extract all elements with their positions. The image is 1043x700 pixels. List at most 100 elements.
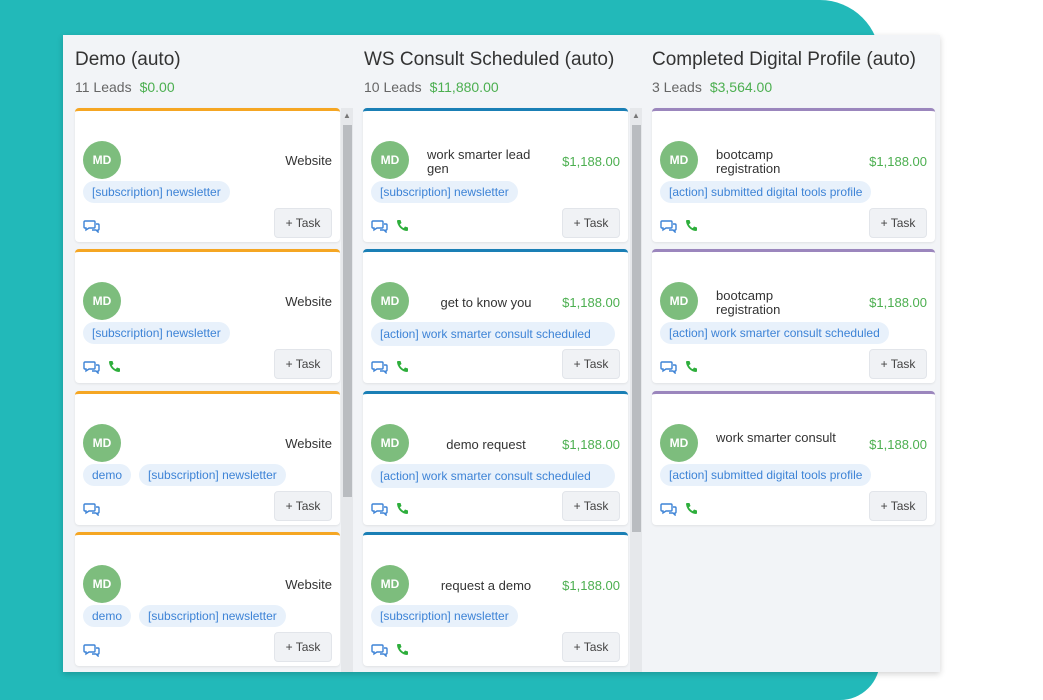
column-amount: $0.00 xyxy=(139,79,175,95)
lead-card[interactable]: MD request a demo $1,188.00 [subscriptio… xyxy=(363,532,628,666)
chat-bubbles-icon[interactable] xyxy=(371,643,389,657)
lead-card[interactable]: MD get to know you $1,188.00 [action] wo… xyxy=(363,249,628,383)
tag[interactable]: [action] submitted digital tools profile xyxy=(660,464,872,486)
tag-list: [subscription] newsletter xyxy=(83,181,230,203)
avatar[interactable]: MD xyxy=(83,565,121,603)
chat-bubbles-icon[interactable] xyxy=(83,502,101,516)
tag[interactable]: [action] work smarter consult scheduled xyxy=(371,464,615,488)
lead-name[interactable]: work smarter consult xyxy=(716,431,838,445)
lead-card[interactable]: MD Website demo [subscription] newslette… xyxy=(75,391,340,525)
lead-card[interactable]: MD bootcamp registration $1,188.00 [acti… xyxy=(652,249,935,383)
lead-card[interactable]: MD work smarter lead gen $1,188.00 [subs… xyxy=(363,108,628,242)
lead-card[interactable]: MD work smarter consult $1,188.00 [actio… xyxy=(652,391,935,525)
avatar[interactable]: MD xyxy=(371,565,409,603)
tag-list: [action] work smarter consult scheduled xyxy=(371,464,615,488)
chat-bubbles-icon[interactable] xyxy=(83,643,101,657)
add-task-button[interactable]: + Task xyxy=(562,349,620,379)
chat-bubbles-icon[interactable] xyxy=(83,360,101,374)
add-task-button[interactable]: + Task xyxy=(274,208,332,238)
tag-list: demo [subscription] newsletter xyxy=(83,605,286,627)
tag[interactable]: [subscription] newsletter xyxy=(83,322,230,344)
lead-name[interactable]: demo request xyxy=(421,438,551,452)
chat-bubbles-icon[interactable] xyxy=(660,360,678,374)
contact-actions xyxy=(660,219,698,233)
contact-actions xyxy=(660,360,698,374)
avatar[interactable]: MD xyxy=(371,282,409,320)
tag[interactable]: demo xyxy=(83,605,132,627)
add-task-button[interactable]: + Task xyxy=(869,349,927,379)
chat-bubbles-icon[interactable] xyxy=(660,502,678,516)
avatar[interactable]: MD xyxy=(83,141,121,179)
lead-card[interactable]: MD Website [subscription] newsletter + T… xyxy=(75,249,340,383)
pipeline-column-demo: Demo (auto) 11 Leads $0.00 MD Website [su… xyxy=(63,35,353,672)
chat-bubbles-icon[interactable] xyxy=(660,219,678,233)
tag-list: [subscription] newsletter xyxy=(83,322,230,344)
scrollbar-thumb[interactable] xyxy=(343,125,352,497)
chat-bubbles-icon[interactable] xyxy=(371,360,389,374)
lead-name[interactable]: bootcamp registration xyxy=(716,148,838,176)
lead-card[interactable]: MD Website demo [subscription] newslette… xyxy=(75,532,340,666)
avatar[interactable]: MD xyxy=(83,282,121,320)
avatar[interactable]: MD xyxy=(660,282,698,320)
lead-name[interactable]: work smarter lead gen xyxy=(427,148,549,176)
column-title: WS Consult Scheduled (auto) xyxy=(364,49,615,70)
phone-icon[interactable] xyxy=(684,502,698,516)
add-task-button[interactable]: + Task xyxy=(869,208,927,238)
lead-card[interactable]: MD demo request $1,188.00 [action] work … xyxy=(363,391,628,525)
contact-actions xyxy=(371,643,409,657)
avatar[interactable]: MD xyxy=(660,141,698,179)
lead-card[interactable]: MD bootcamp registration $1,188.00 [acti… xyxy=(652,108,935,242)
lead-source: Website xyxy=(285,577,332,592)
add-task-button[interactable]: + Task xyxy=(562,632,620,662)
chat-bubbles-icon[interactable] xyxy=(83,219,101,233)
column-summary: 11 Leads $0.00 xyxy=(75,79,181,95)
phone-icon[interactable] xyxy=(107,360,121,374)
tag-list: [action] submitted digital tools profile xyxy=(660,464,872,486)
tag-list: demo [subscription] newsletter xyxy=(83,464,286,486)
phone-icon[interactable] xyxy=(395,360,409,374)
tag[interactable]: [action] work smarter consult scheduled xyxy=(371,322,615,346)
tag[interactable]: demo xyxy=(83,464,132,486)
contact-actions xyxy=(83,643,101,657)
avatar[interactable]: MD xyxy=(83,424,121,462)
chat-bubbles-icon[interactable] xyxy=(371,502,389,516)
tag-list: [subscription] newsletter xyxy=(371,181,518,203)
phone-icon[interactable] xyxy=(684,360,698,374)
add-task-button[interactable]: + Task xyxy=(562,208,620,238)
phone-icon[interactable] xyxy=(395,502,409,516)
contact-actions xyxy=(83,219,101,233)
lead-name[interactable]: request a demo xyxy=(421,579,551,593)
phone-icon[interactable] xyxy=(395,219,409,233)
add-task-button[interactable]: + Task xyxy=(869,491,927,521)
chat-bubbles-icon[interactable] xyxy=(371,219,389,233)
lead-name[interactable]: bootcamp registration xyxy=(716,289,838,317)
avatar[interactable]: MD xyxy=(660,424,698,462)
lead-card[interactable]: MD Website [subscription] newsletter + T… xyxy=(75,108,340,242)
contact-actions xyxy=(371,219,409,233)
avatar[interactable]: MD xyxy=(371,424,409,462)
add-task-button[interactable]: + Task xyxy=(274,632,332,662)
leads-count: 3 Leads xyxy=(652,79,702,95)
tag[interactable]: [subscription] newsletter xyxy=(371,181,518,203)
lead-name[interactable]: get to know you xyxy=(421,296,551,310)
contact-actions xyxy=(371,360,409,374)
lead-source: Website xyxy=(285,153,332,168)
add-task-button[interactable]: + Task xyxy=(274,491,332,521)
tag[interactable]: [subscription] newsletter xyxy=(139,464,286,486)
add-task-button[interactable]: + Task xyxy=(274,349,332,379)
add-task-button[interactable]: + Task xyxy=(562,491,620,521)
tag[interactable]: [subscription] newsletter xyxy=(371,605,518,627)
tag-list: [subscription] newsletter xyxy=(371,605,518,627)
column-title: Completed Digital Profile (auto) xyxy=(652,49,917,70)
phone-icon[interactable] xyxy=(684,219,698,233)
avatar[interactable]: MD xyxy=(371,141,409,179)
tag[interactable]: [action] work smarter consult scheduled xyxy=(660,322,889,344)
column-amount: $11,880.00 xyxy=(429,79,499,95)
lead-source: Website xyxy=(285,436,332,451)
tag[interactable]: [subscription] newsletter xyxy=(139,605,286,627)
column-summary: 10 Leads $11,880.00 xyxy=(364,79,614,95)
phone-icon[interactable] xyxy=(395,643,409,657)
tag[interactable]: [subscription] newsletter xyxy=(83,181,230,203)
lead-value: $1,188.00 xyxy=(562,437,620,452)
tag[interactable]: [action] submitted digital tools profile xyxy=(660,181,872,203)
